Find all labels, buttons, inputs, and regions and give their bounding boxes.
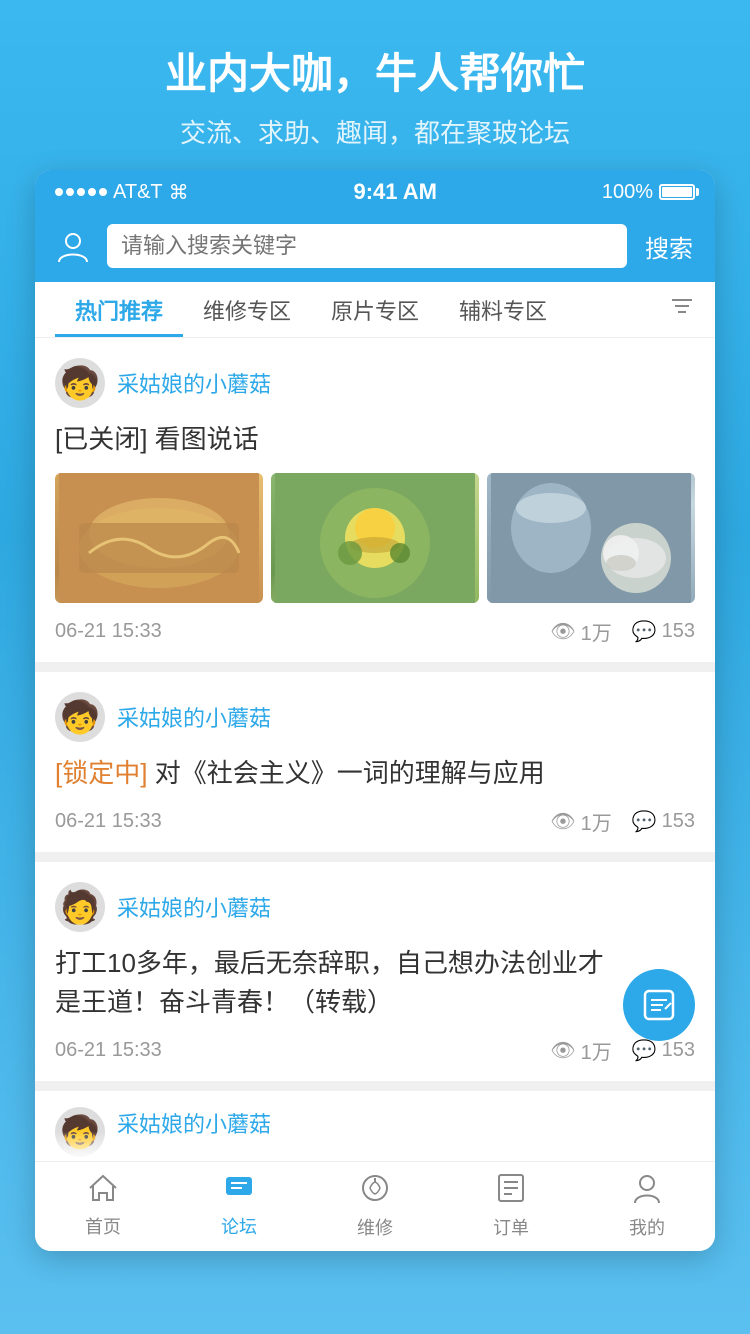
post-footer-1: 06-21 15:33 👁 1万 💬 153 — [55, 617, 695, 646]
nav-home[interactable]: 首页 — [35, 1162, 171, 1251]
author-name-3[interactable]: 采姑娘的小蘑菇 — [117, 891, 271, 923]
post-date-3: 06-21 15:33 — [55, 1039, 162, 1062]
eye-icon-1: 👁 — [550, 619, 575, 644]
post-stats-3: 👁 1万 💬 153 — [550, 1036, 695, 1065]
feed: 🧒 采姑娘的小蘑菇 [已关闭] 看图说话 — [35, 338, 715, 1251]
view-count-3: 👁 1万 — [550, 1036, 612, 1065]
post-image-1c[interactable] — [487, 473, 695, 603]
comment-count-3: 💬 153 — [632, 1038, 695, 1063]
post-title-1: [已关闭] 看图说话 — [55, 420, 695, 459]
eye-icon-3: 👁 — [550, 1038, 575, 1063]
post-author-3: 🧑 采姑娘的小蘑菇 — [55, 882, 695, 932]
author-name-1[interactable]: 采姑娘的小蘑菇 — [117, 367, 271, 399]
post-date-1: 06-21 15:33 — [55, 620, 162, 643]
comment-count-1: 💬 153 — [632, 619, 695, 644]
post-image-1a[interactable] — [55, 473, 263, 603]
app-subtitle: 交流、求助、趣闻，都在聚玻论坛 — [20, 113, 730, 150]
post-card-3: 🧑 采姑娘的小蘑菇 打工10多年，最后无奈辞职，自己想办法创业才是王道！奋斗青春… — [35, 862, 715, 1081]
post-partial: 🧒 采姑娘的小蘑菇 — [35, 1091, 715, 1161]
avatar-2: 🧒 — [55, 692, 105, 742]
nav-forum[interactable]: 论坛 — [171, 1162, 307, 1251]
home-label: 首页 — [85, 1213, 121, 1239]
compose-icon — [641, 987, 677, 1023]
battery-fill — [662, 187, 692, 197]
comment-icon-2: 💬 — [632, 809, 657, 834]
author-name-partial[interactable]: 采姑娘的小蘑菇 — [117, 1107, 271, 1139]
category-tabs: 热门推荐 维修专区 原片专区 辅料专区 — [35, 282, 715, 338]
nav-mine[interactable]: 我的 — [579, 1162, 715, 1251]
phone-frame: AT&T ⌘ 9:41 AM 100% 搜索 热门推荐 维修专区 — [35, 170, 715, 1251]
search-input[interactable] — [121, 233, 613, 259]
time-display: 9:41 AM — [353, 179, 437, 205]
nav-repair[interactable]: 维修 — [307, 1162, 443, 1251]
post-title-3: 打工10多年，最后无奈辞职，自己想办法创业才是王道！奋斗青春！（转载） — [55, 944, 695, 1022]
tab-material[interactable]: 辅料专区 — [439, 282, 567, 337]
post-title-text-1: [已关闭] 看图说话 — [55, 424, 259, 454]
post-title-text-3: 打工10多年，最后无奈辞职，自己想办法创业才是王道！奋斗青春！（转载） — [55, 948, 604, 1017]
post-image-1b[interactable] — [271, 473, 479, 603]
order-label: 订单 — [493, 1214, 529, 1240]
post-images-1 — [55, 473, 695, 603]
post-title-2: [锁定中] 对《社会主义》一词的理解与应用 — [55, 754, 695, 793]
avatar-3: 🧑 — [55, 882, 105, 932]
mine-user-icon — [633, 1173, 661, 1208]
nav-order[interactable]: 订单 — [443, 1162, 579, 1251]
locked-tag: [锁定中] — [55, 758, 147, 788]
tab-original[interactable]: 原片专区 — [311, 282, 439, 337]
forum-label: 论坛 — [221, 1213, 257, 1239]
bottom-nav: 首页 论坛 — [35, 1161, 715, 1251]
post-stats-2: 👁 1万 💬 153 — [550, 807, 695, 836]
comment-icon-1: 💬 — [632, 619, 657, 644]
battery-icon — [659, 184, 695, 200]
avatar-1: 🧒 — [55, 358, 105, 408]
post-footer-2: 06-21 15:33 👁 1万 💬 153 — [55, 807, 695, 836]
search-button[interactable]: 搜索 — [639, 229, 699, 264]
status-left: AT&T ⌘ — [55, 180, 189, 205]
tab-hot[interactable]: 热门推荐 — [55, 282, 183, 337]
post-stats-1: 👁 1万 💬 153 — [550, 617, 695, 646]
signal-dots — [55, 188, 107, 196]
post-footer-3: 06-21 15:33 👁 1万 💬 153 — [55, 1036, 695, 1065]
repair-label: 维修 — [357, 1214, 393, 1240]
wrench-icon — [360, 1173, 390, 1208]
search-bar: 搜索 — [35, 214, 715, 282]
post-author-2: 🧒 采姑娘的小蘑菇 — [55, 692, 695, 742]
floating-action-button[interactable] — [623, 969, 695, 1041]
battery-percent: 100% — [602, 181, 653, 204]
author-name-2[interactable]: 采姑娘的小蘑菇 — [117, 701, 271, 733]
status-bar: AT&T ⌘ 9:41 AM 100% — [35, 170, 715, 214]
post-author-1: 🧒 采姑娘的小蘑菇 — [55, 358, 695, 408]
post-card-1: 🧒 采姑娘的小蘑菇 [已关闭] 看图说话 — [35, 338, 715, 662]
search-input-wrap[interactable] — [107, 224, 627, 268]
app-title: 业内大咖，牛人帮你忙 — [20, 40, 730, 101]
user-icon — [55, 228, 91, 264]
view-count-2: 👁 1万 — [550, 807, 612, 836]
forum-icon — [224, 1174, 254, 1207]
post-date-2: 06-21 15:33 — [55, 810, 162, 833]
home-icon — [88, 1174, 118, 1207]
post-card-2: 🧒 采姑娘的小蘑菇 [锁定中] 对《社会主义》一词的理解与应用 06-21 15… — [35, 672, 715, 852]
status-right: 100% — [602, 181, 695, 204]
order-icon — [497, 1173, 525, 1208]
app-header: 业内大咖，牛人帮你忙 交流、求助、趣闻，都在聚玻论坛 — [0, 0, 750, 170]
eye-icon-2: 👁 — [550, 809, 575, 834]
post-title-text-2: 对《社会主义》一词的理解与应用 — [155, 758, 545, 788]
carrier-label: AT&T — [113, 181, 163, 204]
user-avatar-button[interactable] — [51, 224, 95, 268]
tab-repair[interactable]: 维修专区 — [183, 282, 311, 337]
avatar-partial: 🧒 — [55, 1107, 105, 1157]
filter-icon[interactable] — [669, 293, 695, 326]
wifi-icon: ⌘ — [169, 180, 189, 205]
comment-count-2: 💬 153 — [632, 809, 695, 834]
mine-label: 我的 — [629, 1214, 665, 1240]
comment-icon-3: 💬 — [632, 1038, 657, 1063]
view-count-1: 👁 1万 — [550, 617, 612, 646]
